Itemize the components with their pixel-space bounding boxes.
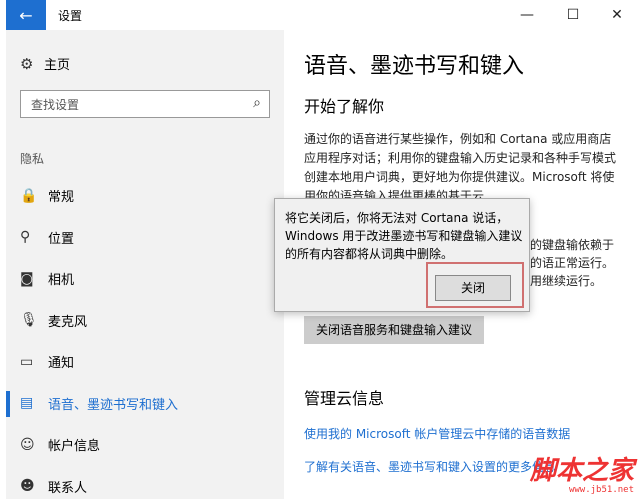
section-heading-privacy: 隐私 bbox=[20, 152, 45, 166]
sidebar-home[interactable]: ⚙ 主页 bbox=[20, 54, 71, 74]
camera-icon: ◙ bbox=[20, 270, 34, 287]
section-title-getting-to-know-you: 开始了解你 bbox=[304, 97, 385, 116]
account-info-icon: ☺ bbox=[20, 436, 35, 453]
sidebar: ⚙ 主页 查找设置 ⌕ 隐私 🔒 常规 ⚲ 位置 ◙ 相机 🎙 麦克风 ▭ 通知… bbox=[6, 30, 284, 499]
maximize-button[interactable]: ☐ bbox=[550, 0, 596, 30]
watermark: 脚本之家 www.jb51.net bbox=[530, 457, 634, 495]
sidebar-item-camera[interactable]: ◙ 相机 bbox=[6, 258, 284, 300]
section-title-manage-cloud-info: 管理云信息 bbox=[304, 389, 385, 408]
sidebar-item-label: 联系人 bbox=[48, 480, 88, 496]
microphone-icon: 🎙 bbox=[20, 312, 38, 329]
sidebar-item-location[interactable]: ⚲ 位置 bbox=[6, 217, 284, 259]
minimize-button[interactable]: — bbox=[504, 0, 550, 30]
minimize-icon: — bbox=[520, 7, 534, 23]
sidebar-item-speech-inking-typing[interactable]: ▤ 语音、墨迹书写和键入 bbox=[6, 383, 284, 425]
watermark-url: www.jb51.net bbox=[568, 485, 634, 495]
description-text: 通过你的语音进行某些操作，例如和 Cortana 或应用商店应用程序对话；利用你… bbox=[304, 132, 617, 200]
maximize-icon: ☐ bbox=[566, 7, 580, 23]
sidebar-item-general[interactable]: 🔒 常规 bbox=[6, 175, 284, 217]
search-placeholder: 查找设置 bbox=[31, 98, 80, 112]
learn-more-link[interactable]: 了解有关语音、墨迹书写和键入设置的更多信息 bbox=[304, 458, 556, 475]
watermark-logo: 脚本之家 bbox=[529, 456, 634, 486]
speech-icon: ▤ bbox=[20, 395, 34, 412]
sidebar-home-label: 主页 bbox=[44, 58, 71, 73]
close-icon: ✕ bbox=[611, 7, 623, 23]
sidebar-nav: 🔒 常规 ⚲ 位置 ◙ 相机 🎙 麦克风 ▭ 通知 ▤ 语音、墨迹书写和键入 ☺… bbox=[6, 175, 284, 499]
sidebar-item-label: 通知 bbox=[48, 356, 75, 372]
notification-icon: ▭ bbox=[20, 353, 34, 370]
lock-icon: 🔒 bbox=[20, 187, 38, 204]
sidebar-item-label: 常规 bbox=[48, 190, 75, 206]
sidebar-item-label: 帐户信息 bbox=[48, 439, 101, 455]
page-title: 语音、墨迹书写和键入 bbox=[304, 54, 525, 79]
sidebar-item-label: 语音、墨迹书写和键入 bbox=[48, 397, 179, 413]
dialog-message: 将它关闭后，你将无法对 Cortana 说话，Windows 用于改进墨迹书写和… bbox=[285, 211, 523, 261]
sidebar-item-contacts[interactable]: ☻ 联系人 bbox=[6, 466, 284, 499]
gear-icon: ⚙ bbox=[20, 54, 34, 73]
sidebar-item-notifications[interactable]: ▭ 通知 bbox=[6, 341, 284, 383]
back-button[interactable]: ← bbox=[6, 0, 46, 30]
turn-off-speech-services-button[interactable]: 关闭语音服务和键盘输入建议 bbox=[304, 316, 485, 344]
contacts-icon: ☻ bbox=[20, 478, 35, 495]
search-input[interactable]: 查找设置 ⌕ bbox=[20, 90, 270, 118]
back-arrow-icon: ← bbox=[19, 5, 33, 25]
sidebar-item-label: 位置 bbox=[48, 231, 75, 247]
search-icon[interactable]: ⌕ bbox=[253, 95, 261, 111]
sidebar-item-microphone[interactable]: 🎙 麦克风 bbox=[6, 300, 284, 342]
sidebar-item-label: 麦克风 bbox=[48, 314, 88, 330]
description-text-continued: 你的键盘输依赖于云的语正常运行。使用继续运行。 bbox=[518, 238, 615, 288]
window-title: 设置 bbox=[58, 9, 83, 23]
sidebar-item-account-info[interactable]: ☺ 帐户信息 bbox=[6, 424, 284, 466]
title-bar: ← 设置 — ☐ ✕ bbox=[0, 0, 640, 30]
highlight-annotation bbox=[426, 262, 524, 308]
close-window-button[interactable]: ✕ bbox=[594, 0, 640, 30]
sidebar-item-label: 相机 bbox=[48, 273, 75, 289]
location-icon: ⚲ bbox=[20, 229, 31, 246]
manage-cloud-voice-data-link[interactable]: 使用我的 Microsoft 帐户管理云中存储的语音数据 bbox=[304, 425, 570, 442]
